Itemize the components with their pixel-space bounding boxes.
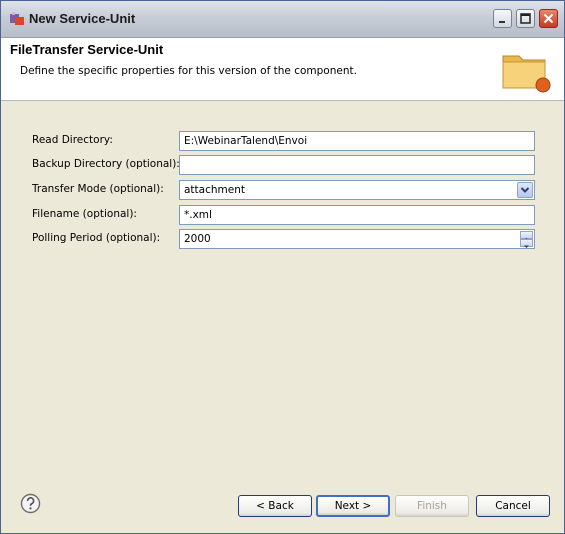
folder-icon: [502, 55, 551, 93]
caret-down-icon: [524, 245, 529, 248]
cancel-button[interactable]: Cancel: [476, 495, 550, 517]
minimize-button[interactable]: [493, 9, 512, 28]
finish-button[interactable]: Finish: [395, 495, 469, 517]
transfer-mode-value: attachment: [184, 184, 245, 196]
back-button[interactable]: < Back: [238, 495, 312, 517]
polling-period-value: 2000: [184, 233, 211, 245]
help-icon[interactable]: [20, 493, 41, 514]
page-description: Define the specific properties for this …: [20, 65, 357, 77]
backup-directory-row: Backup Directory (optional):: [1, 155, 564, 175]
filename-input[interactable]: *.xml: [179, 205, 535, 225]
polling-period-row: Polling Period (optional): 2000: [1, 229, 564, 249]
app-icon: [10, 12, 24, 25]
chevron-down-icon: [520, 187, 530, 193]
polling-period-label: Polling Period (optional):: [32, 232, 161, 244]
transfer-mode-label: Transfer Mode (optional):: [32, 183, 164, 195]
page-title: FileTransfer Service-Unit: [10, 42, 164, 57]
polling-period-spinner[interactable]: 2000: [179, 229, 535, 249]
transfer-mode-select[interactable]: attachment: [179, 180, 535, 200]
next-button[interactable]: Next >: [316, 495, 390, 517]
transfer-mode-dropdown-button[interactable]: [517, 182, 533, 198]
read-directory-label: Read Directory:: [32, 134, 113, 146]
read-directory-row: Read Directory: E:\WebinarTalend\Envoi: [1, 131, 564, 151]
maximize-button[interactable]: [516, 9, 535, 28]
polling-period-stepper[interactable]: [520, 231, 533, 248]
transfer-mode-row: Transfer Mode (optional): attachment: [1, 180, 564, 200]
window-title: New Service-Unit: [29, 11, 136, 26]
title-bar[interactable]: New Service-Unit: [1, 1, 564, 38]
backup-directory-input[interactable]: [179, 155, 535, 175]
spin-down-button[interactable]: [520, 239, 533, 248]
minimize-icon: [499, 21, 505, 23]
read-directory-input[interactable]: E:\WebinarTalend\Envoi: [179, 131, 535, 151]
close-button[interactable]: [539, 9, 558, 28]
backup-directory-label: Backup Directory (optional):: [32, 158, 180, 170]
filename-row: Filename (optional): *.xml: [1, 205, 564, 225]
maximize-icon: [520, 13, 531, 24]
close-icon: [543, 13, 554, 24]
spin-up-button[interactable]: [520, 231, 533, 241]
filename-label: Filename (optional):: [32, 208, 137, 220]
dialog-window: New Service-Unit FileTransfer Service-Un…: [0, 0, 565, 534]
header-banner: FileTransfer Service-Unit Define the spe…: [1, 38, 564, 101]
